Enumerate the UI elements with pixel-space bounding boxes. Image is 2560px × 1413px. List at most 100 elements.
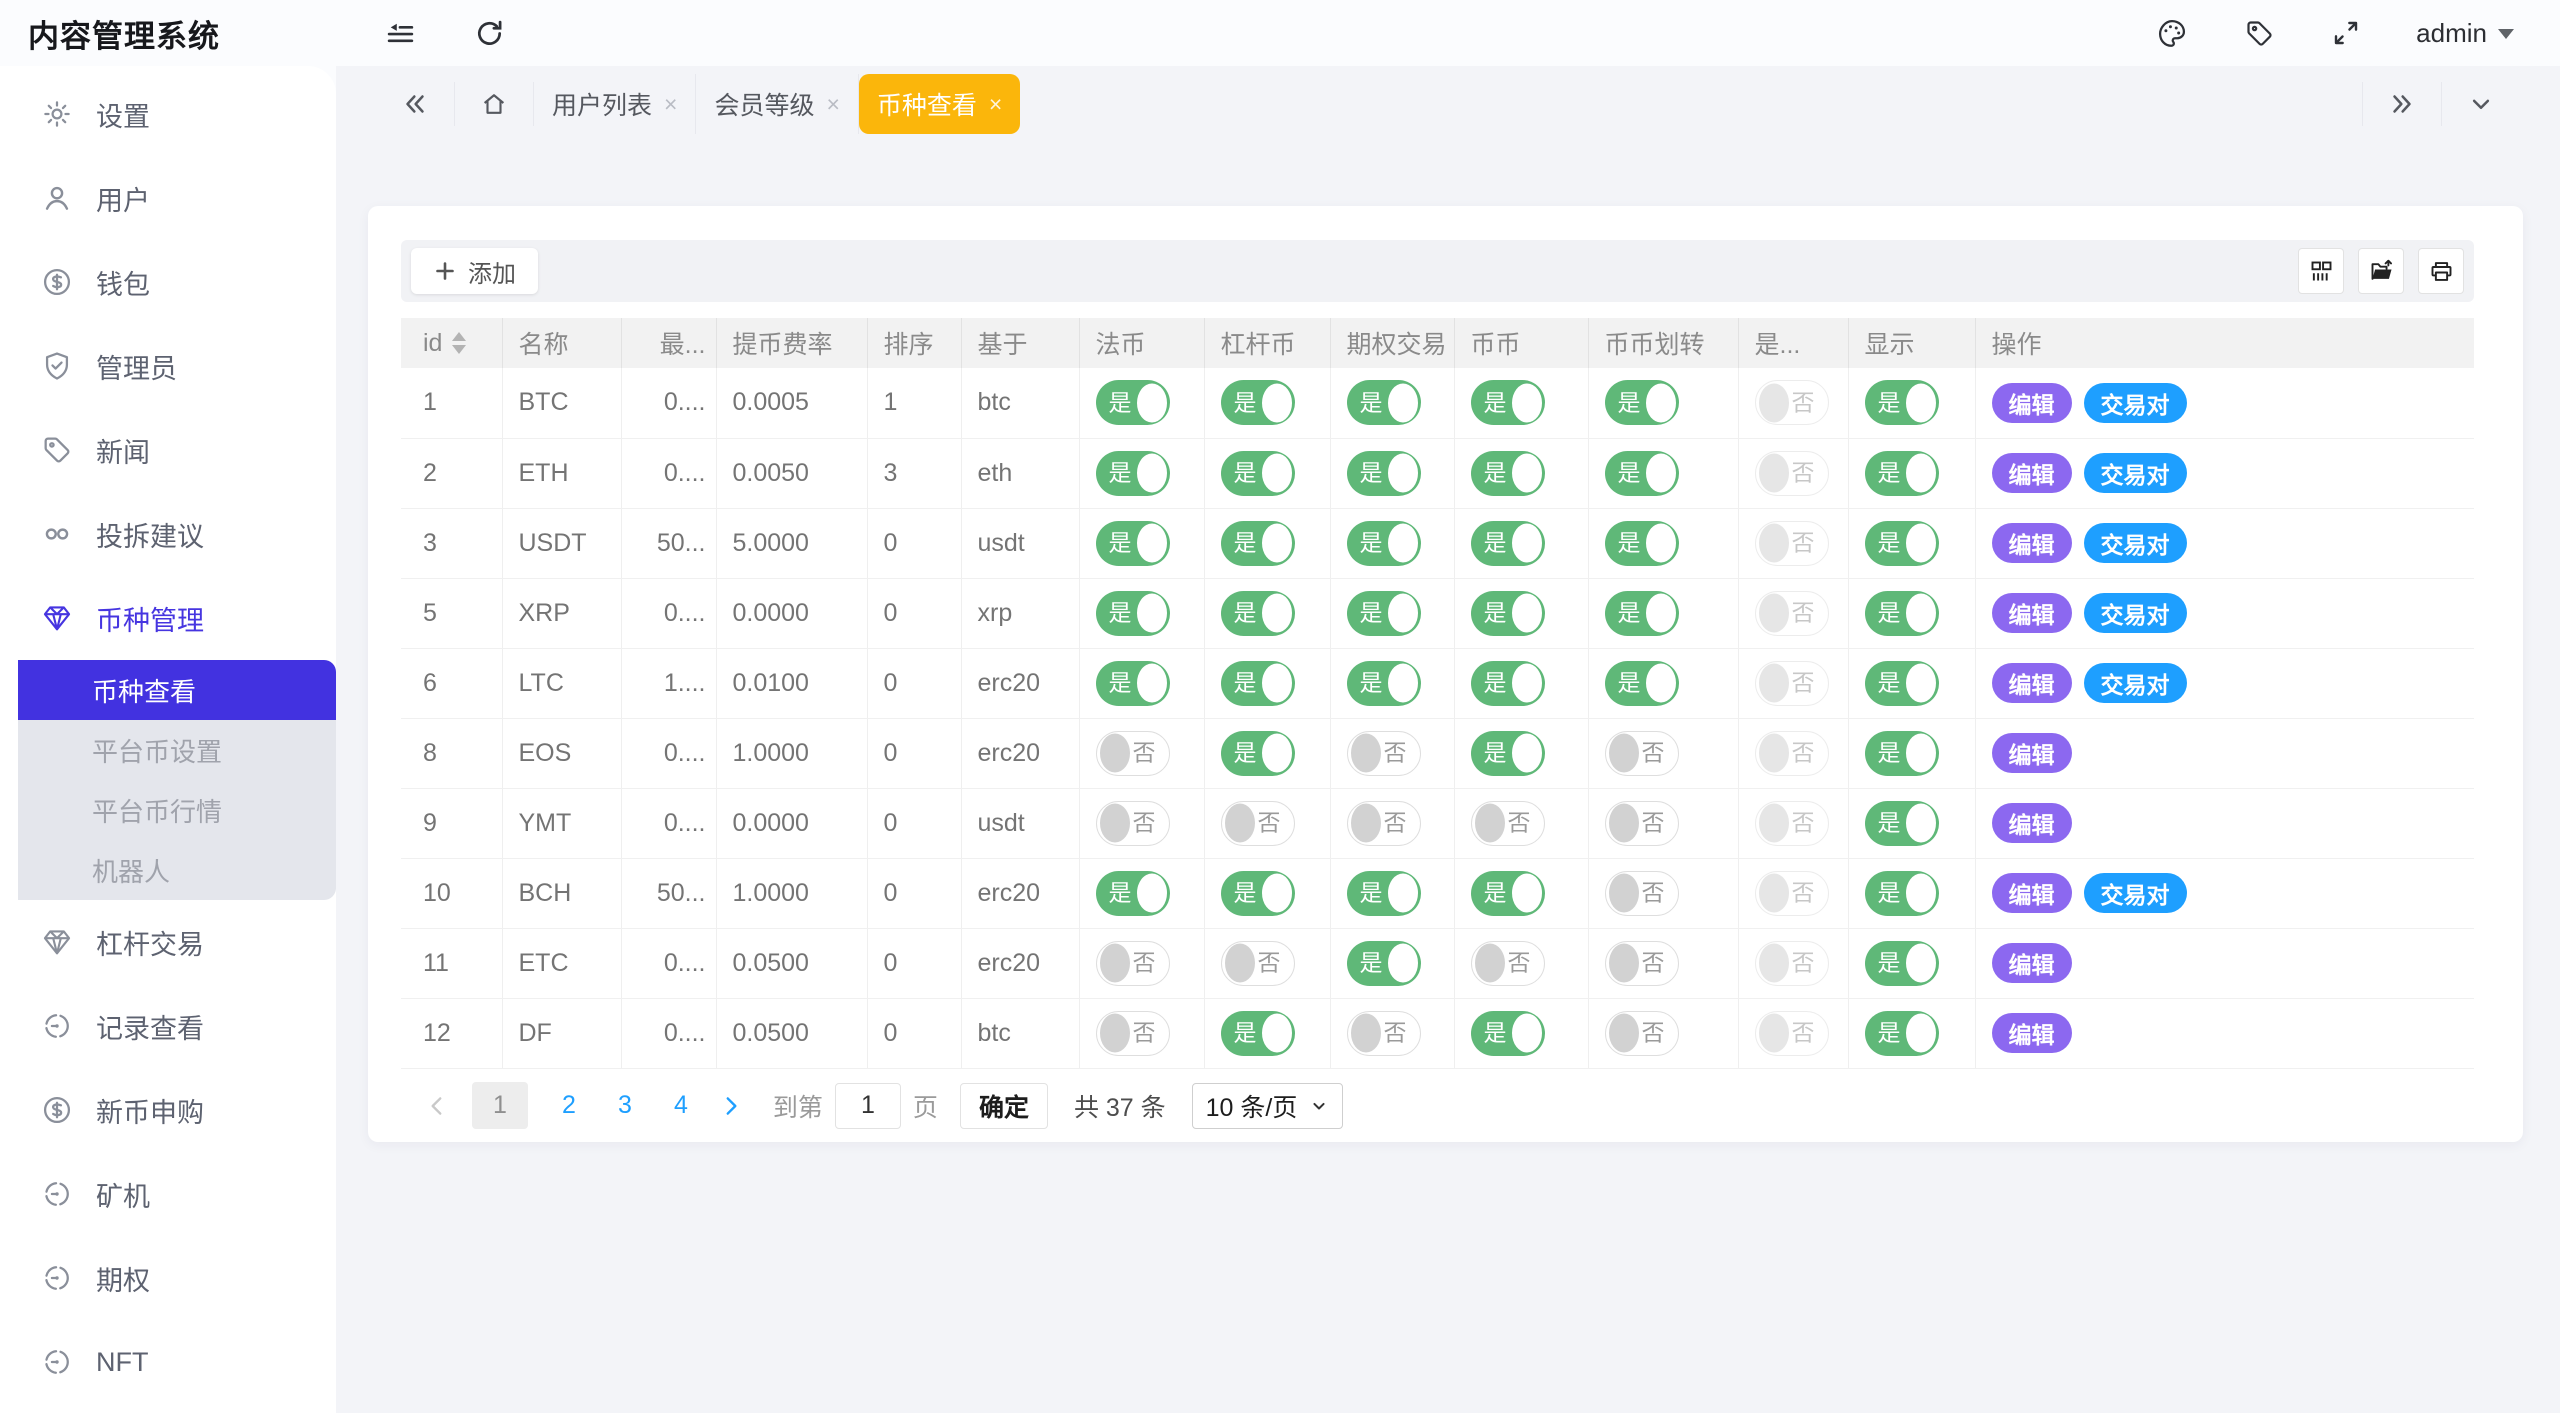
toggle-on[interactable]: 是 — [1471, 591, 1545, 636]
toggle-on[interactable]: 是 — [1221, 871, 1295, 916]
sidebar-subitem[interactable]: 机器人 — [18, 840, 336, 900]
toggle-off[interactable]: 否 — [1755, 521, 1829, 566]
toggle-off[interactable]: 否 — [1605, 1011, 1679, 1056]
toggle-on[interactable]: 是 — [1605, 591, 1679, 636]
tab-active[interactable]: 币种查看× — [859, 74, 1020, 134]
sidebar-subitem[interactable]: 平台币设置 — [18, 720, 336, 780]
sidebar-item[interactable]: 新币申购 — [0, 1068, 336, 1152]
page-next-button[interactable] — [709, 1093, 753, 1119]
sidebar-item[interactable]: 钱包 — [0, 240, 336, 324]
edit-button[interactable]: 编辑 — [1992, 593, 2072, 633]
sidebar-item[interactable]: 矿机 — [0, 1152, 336, 1236]
toggle-off[interactable]: 否 — [1347, 731, 1421, 776]
tab-item[interactable]: 用户列表× — [534, 74, 696, 134]
toggle-off[interactable]: 否 — [1605, 801, 1679, 846]
tabs-scroll-right-button[interactable] — [2362, 82, 2441, 126]
toggle-off[interactable]: 否 — [1221, 801, 1295, 846]
toggle-on[interactable]: 是 — [1221, 1011, 1295, 1056]
toggle-off[interactable]: 否 — [1347, 1011, 1421, 1056]
toggle-on[interactable]: 是 — [1347, 380, 1421, 425]
pair-button[interactable]: 交易对 — [2084, 523, 2187, 563]
page-prev-button[interactable] — [415, 1093, 459, 1119]
toggle-on[interactable]: 是 — [1865, 871, 1939, 916]
sidebar-item[interactable]: NFT — [0, 1320, 336, 1404]
toggle-on[interactable]: 是 — [1471, 521, 1545, 566]
pair-button[interactable]: 交易对 — [2084, 663, 2187, 703]
toggle-off[interactable]: 否 — [1471, 941, 1545, 986]
toggle-on[interactable]: 是 — [1347, 521, 1421, 566]
toggle-on[interactable]: 是 — [1865, 591, 1939, 636]
edit-button[interactable]: 编辑 — [1992, 453, 2072, 493]
tags-icon[interactable] — [2243, 17, 2276, 50]
toggle-on[interactable]: 是 — [1471, 731, 1545, 776]
toggle-on[interactable]: 是 — [1221, 731, 1295, 776]
pair-button[interactable]: 交易对 — [2084, 453, 2187, 493]
toggle-on[interactable]: 是 — [1865, 731, 1939, 776]
toggle-on[interactable]: 是 — [1605, 380, 1679, 425]
edit-button[interactable]: 编辑 — [1992, 523, 2072, 563]
toggle-on[interactable]: 是 — [1471, 380, 1545, 425]
toggle-on[interactable]: 是 — [1096, 380, 1170, 425]
toggle-off[interactable]: 否 — [1605, 731, 1679, 776]
refresh-icon[interactable] — [473, 17, 506, 50]
edit-button[interactable]: 编辑 — [1992, 1013, 2072, 1053]
toggle-off[interactable]: 否 — [1755, 801, 1829, 846]
page-jump-input[interactable] — [835, 1083, 901, 1129]
page-size-select[interactable]: 10 条/页 — [1192, 1083, 1344, 1129]
sidebar-subitem[interactable]: 平台币行情 — [18, 780, 336, 840]
sidebar-item[interactable]: 用户 — [0, 156, 336, 240]
sidebar-item[interactable]: 设置 — [0, 72, 336, 156]
toggle-on[interactable]: 是 — [1471, 871, 1545, 916]
sidebar-collapse-icon[interactable] — [384, 17, 417, 50]
add-button[interactable]: 添加 — [411, 248, 538, 294]
toggle-on[interactable]: 是 — [1347, 941, 1421, 986]
page-number-1[interactable]: 1 — [472, 1082, 528, 1129]
sidebar-item[interactable]: 记录查看 — [0, 984, 336, 1068]
toggle-on[interactable]: 是 — [1865, 451, 1939, 496]
toggle-on[interactable]: 是 — [1605, 661, 1679, 706]
print-button[interactable] — [2418, 248, 2464, 294]
edit-button[interactable]: 编辑 — [1992, 873, 2072, 913]
toggle-on[interactable]: 是 — [1221, 591, 1295, 636]
toggle-on[interactable]: 是 — [1865, 380, 1939, 425]
toggle-on[interactable]: 是 — [1865, 941, 1939, 986]
col-header-id[interactable]: id — [401, 318, 502, 368]
edit-button[interactable]: 编辑 — [1992, 803, 2072, 843]
edit-button[interactable]: 编辑 — [1992, 733, 2072, 773]
toggle-on[interactable]: 是 — [1865, 801, 1939, 846]
toggle-off[interactable]: 否 — [1471, 801, 1545, 846]
toggle-off[interactable]: 否 — [1605, 941, 1679, 986]
toggle-on[interactable]: 是 — [1471, 661, 1545, 706]
toggle-on[interactable]: 是 — [1221, 451, 1295, 496]
toggle-on[interactable]: 是 — [1096, 451, 1170, 496]
sidebar-item[interactable]: 期权 — [0, 1236, 336, 1320]
toggle-on[interactable]: 是 — [1471, 1011, 1545, 1056]
tabs-scroll-left-button[interactable] — [376, 82, 455, 126]
edit-button[interactable]: 编辑 — [1992, 383, 2072, 423]
tabs-menu-button[interactable] — [2441, 82, 2520, 126]
pair-button[interactable]: 交易对 — [2084, 873, 2187, 913]
toggle-off[interactable]: 否 — [1755, 871, 1829, 916]
edit-button[interactable]: 编辑 — [1992, 663, 2072, 703]
toggle-off[interactable]: 否 — [1755, 661, 1829, 706]
toggle-on[interactable]: 是 — [1347, 591, 1421, 636]
pair-button[interactable]: 交易对 — [2084, 593, 2187, 633]
toggle-off[interactable]: 否 — [1755, 941, 1829, 986]
sort-icon[interactable] — [452, 325, 466, 361]
sidebar-item[interactable]: 币种管理 — [0, 576, 336, 660]
toggle-off[interactable]: 否 — [1096, 1011, 1170, 1056]
page-number-2[interactable]: 2 — [554, 1091, 584, 1120]
toggle-off[interactable]: 否 — [1096, 941, 1170, 986]
toggle-off[interactable]: 否 — [1755, 731, 1829, 776]
columns-filter-button[interactable] — [2298, 248, 2344, 294]
toggle-off[interactable]: 否 — [1755, 591, 1829, 636]
toggle-off[interactable]: 否 — [1755, 451, 1829, 496]
toggle-on[interactable]: 是 — [1096, 661, 1170, 706]
close-icon[interactable]: × — [664, 91, 677, 118]
tab-item[interactable]: 会员等级× — [696, 74, 858, 134]
pair-button[interactable]: 交易对 — [2084, 383, 2187, 423]
toggle-off[interactable]: 否 — [1755, 1011, 1829, 1056]
export-button[interactable] — [2358, 248, 2404, 294]
toggle-on[interactable]: 是 — [1347, 451, 1421, 496]
sidebar-item[interactable]: 杠杆交易 — [0, 900, 336, 984]
